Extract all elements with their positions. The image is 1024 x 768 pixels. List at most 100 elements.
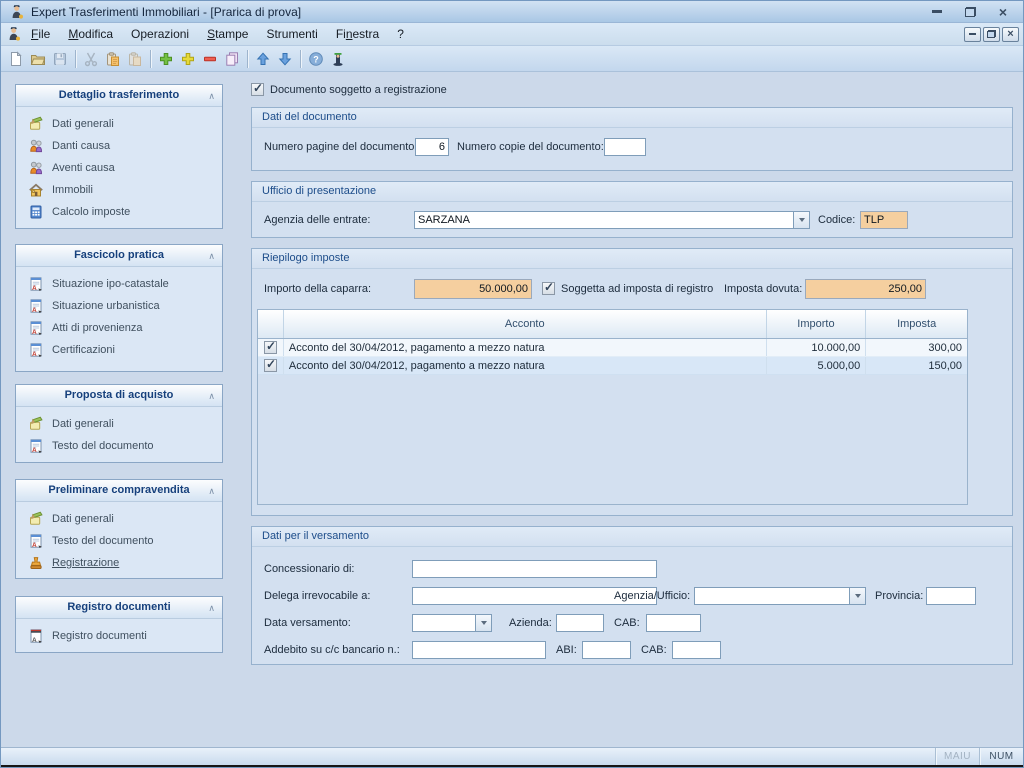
sidebar-group-proposta-di-acquisto: Proposta di acquisto∧ Dati generali Test… (15, 384, 223, 463)
minimize-button[interactable] (932, 10, 942, 13)
cut-button[interactable] (80, 48, 102, 70)
provincia-input[interactable] (926, 587, 976, 605)
sidebar-item-certificazioni[interactable]: Certificazioni (16, 339, 222, 361)
sidebar-item-dati-generali[interactable]: Dati generali (16, 113, 222, 135)
concessionario-input[interactable] (412, 560, 657, 578)
sidebar-item-atti-di-provenienza[interactable]: Atti di provenienza (16, 317, 222, 339)
copy-button[interactable] (102, 48, 124, 70)
close-button[interactable]: × (999, 7, 1007, 17)
cab2-input[interactable] (672, 641, 721, 659)
menu-strumenti[interactable]: Strumenti (257, 23, 326, 45)
header-checkbox-column (258, 310, 284, 338)
soggetta-checkbox[interactable] (542, 282, 555, 295)
exit-practice-button[interactable] (327, 48, 349, 70)
sidebar-item-situazione-urbanistica[interactable]: Situazione urbanistica (16, 295, 222, 317)
collapse-chevron-icon[interactable]: ∧ (208, 598, 215, 619)
sidebar-item-proposta-testo-documento[interactable]: Testo del documento (16, 435, 222, 457)
add-secondary-button[interactable] (177, 48, 199, 70)
abi-input[interactable] (582, 641, 631, 659)
group-header[interactable]: Registro documenti∧ (16, 597, 222, 619)
header-acconto[interactable]: Acconto (284, 310, 767, 338)
codice-field[interactable]: TLP (860, 211, 908, 229)
delega-label: Delega irrevocabile a: (264, 587, 370, 605)
sidebar-item-aventi-causa[interactable]: Aventi causa (16, 157, 222, 179)
save-button[interactable] (49, 48, 71, 70)
sidebar-group-fascicolo-pratica: Fascicolo pratica∧ Situazione ipo-catast… (15, 244, 223, 372)
menu-finestra[interactable]: Finestra (327, 23, 388, 45)
paste-button[interactable] (124, 48, 146, 70)
data-versamento-combobox[interactable] (412, 614, 492, 632)
azienda-input[interactable] (556, 614, 604, 632)
panel-dati-versamento: Dati per il versamento Concessionario di… (251, 526, 1013, 665)
cell-acconto: Acconto del 30/04/2012, pagamento a mezz… (284, 339, 767, 356)
move-down-button[interactable] (274, 48, 296, 70)
registration-checkbox[interactable] (251, 83, 264, 96)
header-importo[interactable]: Importo (767, 310, 867, 338)
row-checkbox[interactable] (264, 359, 277, 372)
caps-lock-indicator: MAIU (935, 748, 979, 765)
copie-input[interactable] (604, 138, 646, 156)
header-imposta[interactable]: Imposta (866, 310, 967, 338)
mdi-close-button[interactable]: × (1002, 27, 1019, 42)
mdi-minimize-button[interactable] (964, 27, 981, 42)
sidebar-item-preliminare-testo-documento[interactable]: Testo del documento (16, 530, 222, 552)
chevron-down-icon[interactable] (475, 615, 491, 631)
menu-file[interactable]: File (22, 23, 59, 45)
agenzia-ufficio-combobox[interactable] (694, 587, 866, 605)
cab2-label: CAB: (641, 641, 667, 659)
sidebar-item-registro-documenti[interactable]: Registro documenti (16, 625, 222, 647)
registry-icon (28, 628, 44, 644)
arrow-up-icon (255, 51, 271, 67)
new-document-button[interactable] (5, 48, 27, 70)
open-button[interactable] (27, 48, 49, 70)
table-header-row: Acconto Importo Imposta (258, 310, 967, 339)
document-icon (28, 298, 44, 314)
sidebar-group-registro-documenti: Registro documenti∧ Registro documenti (15, 596, 223, 653)
cab1-input[interactable] (646, 614, 701, 632)
sidebar-item-proposta-dati-generali[interactable]: Dati generali (16, 413, 222, 435)
panel-dati-documento: Dati del documento Numero pagine del doc… (251, 107, 1013, 171)
menu-help[interactable]: ? (388, 23, 413, 45)
codice-label: Codice: (818, 211, 855, 229)
group-header[interactable]: Dettaglio trasferimento∧ (16, 85, 222, 107)
pagine-input[interactable]: 6 (415, 138, 449, 156)
table-row[interactable]: Acconto del 30/04/2012, pagamento a mezz… (258, 357, 967, 375)
restore-button[interactable] (965, 7, 976, 17)
sidebar-item-registrazione[interactable]: Registrazione (16, 552, 222, 574)
group-header[interactable]: Fascicolo pratica∧ (16, 245, 222, 267)
collapse-chevron-icon[interactable]: ∧ (208, 386, 215, 407)
sidebar-item-calcolo-imposte[interactable]: Calcolo imposte (16, 201, 222, 223)
row-checkbox[interactable] (264, 341, 277, 354)
addebito-input[interactable] (412, 641, 546, 659)
group-header[interactable]: Preliminare compravendita∧ (16, 480, 222, 502)
delete-record-button[interactable] (199, 48, 221, 70)
menu-stampe[interactable]: Stampe (198, 23, 257, 45)
help-button[interactable] (305, 48, 327, 70)
panel-ufficio-presentazione: Ufficio di presentazione Agenzia delle e… (251, 181, 1013, 238)
document-icon (28, 438, 44, 454)
table-row[interactable]: Acconto del 30/04/2012, pagamento a mezz… (258, 339, 967, 357)
sidebar-item-situazione-ipo-catastale[interactable]: Situazione ipo-catastale (16, 273, 222, 295)
chevron-down-icon[interactable] (793, 212, 809, 228)
sidebar-item-immobili[interactable]: Immobili (16, 179, 222, 201)
chevron-down-icon[interactable] (849, 588, 865, 604)
sidebar-item-danti-causa[interactable]: Danti causa (16, 135, 222, 157)
toolbar-separator (300, 50, 301, 68)
agenzia-entrate-combobox[interactable]: SARZANA (414, 211, 810, 229)
menu-modifica[interactable]: Modifica (59, 23, 122, 45)
mdi-restore-button[interactable] (983, 27, 1000, 42)
imposta-dovuta-field[interactable]: 250,00 (805, 279, 926, 299)
sidebar-group-dettaglio-trasferimento: Dettaglio trasferimento∧ Dati generali D… (15, 84, 223, 229)
move-up-button[interactable] (252, 48, 274, 70)
add-record-button[interactable] (155, 48, 177, 70)
paste-icon (127, 51, 143, 67)
sidebar-item-preliminare-dati-generali[interactable]: Dati generali (16, 508, 222, 530)
collapse-chevron-icon[interactable]: ∧ (208, 481, 215, 502)
menu-operazioni[interactable]: Operazioni (122, 23, 198, 45)
collapse-chevron-icon[interactable]: ∧ (208, 86, 215, 107)
duplicate-button[interactable] (221, 48, 243, 70)
collapse-chevron-icon[interactable]: ∧ (208, 246, 215, 267)
caparra-field[interactable]: 50.000,00 (414, 279, 532, 299)
save-icon (52, 51, 68, 67)
group-header[interactable]: Proposta di acquisto∧ (16, 385, 222, 407)
